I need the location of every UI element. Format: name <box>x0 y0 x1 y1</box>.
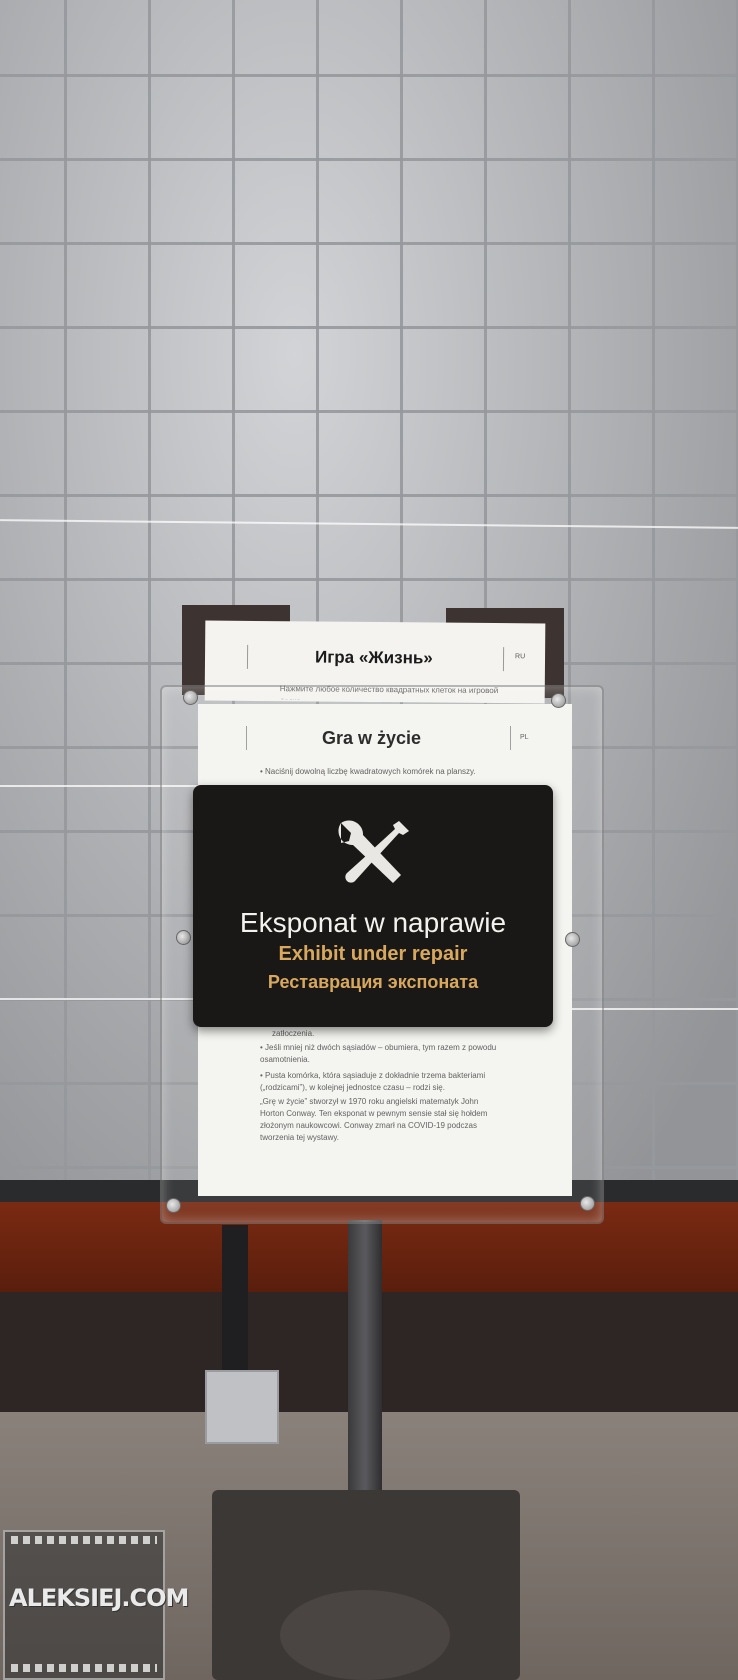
repair-sign: Eksponat w naprawie Exhibit under repair… <box>193 785 553 1027</box>
screw <box>580 1196 595 1211</box>
ru-sheet-title: Игра «Жизнь» <box>314 647 433 668</box>
watermark-logo: ALEKSIEJ.COM <box>9 1584 189 1612</box>
rail-bracket <box>205 1370 279 1444</box>
stand-base-disc <box>280 1590 450 1680</box>
screw <box>183 690 198 705</box>
screw <box>166 1198 181 1213</box>
title-rule <box>502 647 505 672</box>
photo-scene: Игра «Жизнь» RU Нажмите любое количество… <box>0 0 738 1680</box>
repair-text-en: Exhibit under repair <box>278 943 468 965</box>
title-rule <box>246 644 249 669</box>
screw <box>551 693 566 708</box>
wrench-screwdriver-icon <box>338 820 409 883</box>
watermark-badge: ALEKSIEJ.COM <box>3 1530 189 1680</box>
screw <box>565 932 580 947</box>
film-strip-top <box>11 1536 157 1544</box>
ru-lang-tag: RU <box>515 653 526 661</box>
film-strip-bottom <box>11 1664 157 1672</box>
screw <box>176 930 191 945</box>
repair-text-ru: Реставрация экспоната <box>267 972 479 992</box>
repair-text-pl: Eksponat w naprawie <box>239 907 507 938</box>
